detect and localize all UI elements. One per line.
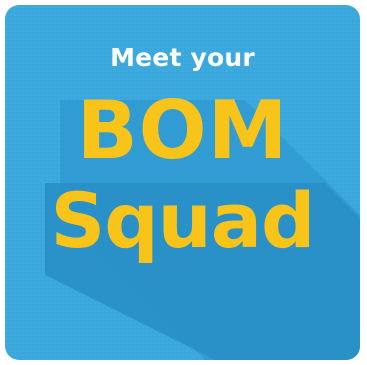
title-line-squad: Squad [50, 176, 316, 265]
kicker-text: Meet your [110, 43, 255, 72]
promo-tile: Meet your BOM Squad [5, 5, 360, 360]
title-line-bom: BOM [76, 84, 289, 177]
